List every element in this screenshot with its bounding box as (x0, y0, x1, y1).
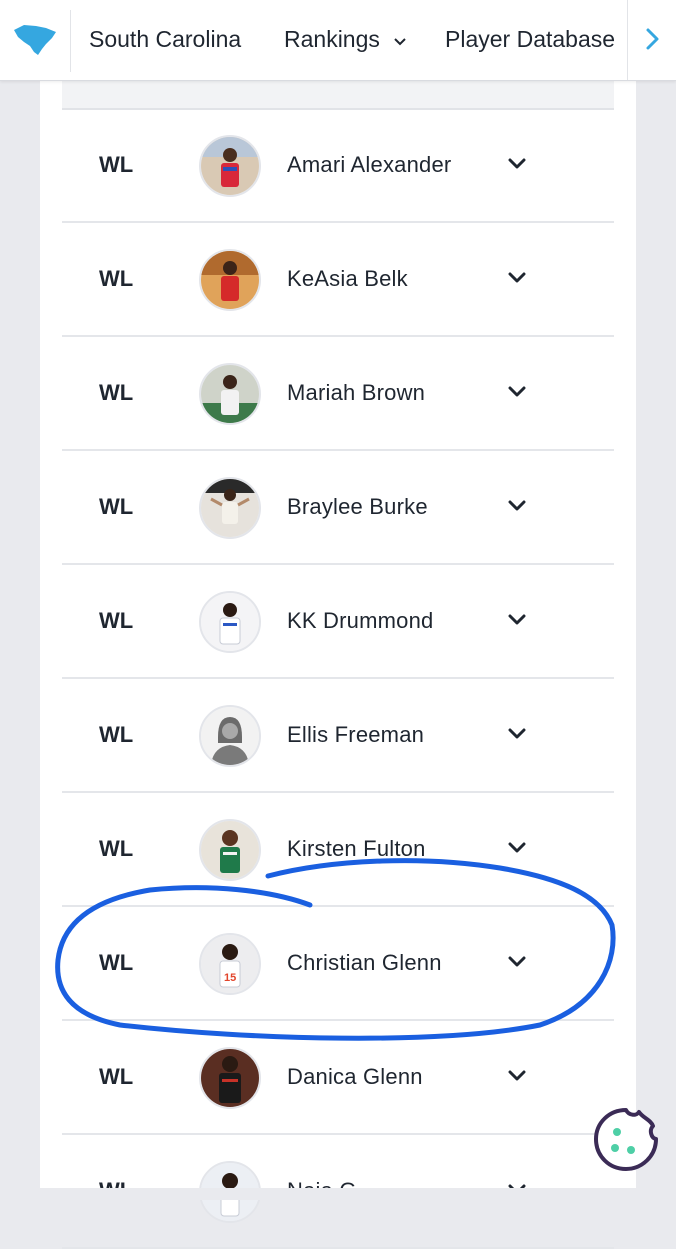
svg-text:15: 15 (224, 972, 236, 984)
player-avatar (199, 135, 261, 197)
player-avatar (199, 705, 261, 767)
cookie-settings-button[interactable] (593, 1106, 659, 1172)
cookie-icon (594, 1108, 658, 1171)
rankings-card: WL Amari Alexander WL KeAsia Belk WL Mar… (40, 80, 636, 1249)
nav-player-database[interactable]: Player Database (445, 0, 615, 80)
tier-label: WL (99, 836, 134, 861)
page-bottom-edge (0, 1188, 676, 1200)
player-name[interactable]: Ellis Freeman (287, 679, 424, 791)
player-avatar (199, 591, 261, 653)
player-name[interactable]: KeAsia Belk (287, 223, 408, 335)
player-avatar (199, 819, 261, 881)
table-row[interactable]: WL Kirsten Fulton (62, 793, 614, 907)
player-avatar (199, 249, 261, 311)
player-name[interactable]: Danica Glenn (287, 1021, 423, 1133)
player-name[interactable]: Kirsten Fulton (287, 793, 426, 905)
tier-label: WL (99, 722, 134, 747)
table-header (62, 80, 614, 110)
player-avatar (199, 477, 261, 539)
player-name[interactable]: KK Drummond (287, 565, 433, 677)
table-row[interactable]: WL Mariah Brown (62, 337, 614, 451)
nav-scroll-next[interactable] (627, 0, 676, 80)
table-row[interactable]: WL KeAsia Belk (62, 223, 614, 337)
nav-state[interactable]: South Carolina (89, 0, 241, 80)
player-avatar (199, 363, 261, 425)
player-name[interactable]: Christian Glenn (287, 907, 442, 1019)
top-nav: South Carolina Rankings Player Database (0, 0, 676, 81)
nav-rankings-label: Rankings (284, 26, 380, 52)
tier-label: WL (99, 266, 134, 291)
nav-divider (70, 10, 71, 72)
chevron-right-icon (646, 28, 659, 50)
table-row[interactable]: WL KK Drummond (62, 565, 614, 679)
chevron-down-icon[interactable] (508, 157, 526, 171)
table-row[interactable]: WL Amari Alexander (62, 109, 614, 223)
tier-label: WL (99, 494, 134, 519)
player-name[interactable]: Mariah Brown (287, 337, 425, 449)
chevron-down-icon[interactable] (508, 613, 526, 627)
player-name[interactable]: Braylee Burke (287, 451, 428, 563)
player-avatar (199, 1047, 261, 1109)
chevron-down-icon[interactable] (508, 727, 526, 741)
chevron-down-icon[interactable] (508, 955, 526, 969)
chevron-down-icon[interactable] (508, 271, 526, 285)
player-name[interactable]: Amari Alexander (287, 109, 451, 221)
tier-label: WL (99, 152, 134, 177)
tier-label: WL (99, 1064, 134, 1089)
chevron-down-icon[interactable] (508, 385, 526, 399)
tier-label: WL (99, 950, 134, 975)
chevron-down-icon[interactable] (508, 841, 526, 855)
tier-label: WL (99, 608, 134, 633)
tier-label: WL (99, 380, 134, 405)
chevron-down-icon[interactable] (508, 499, 526, 513)
player-avatar: 15 (199, 933, 261, 995)
nav-rankings[interactable]: Rankings (284, 0, 406, 80)
table-row[interactable]: WL Danica Glenn (62, 1021, 614, 1135)
chevron-down-icon (394, 0, 406, 77)
south-carolina-state-icon[interactable] (12, 22, 58, 58)
table-row[interactable]: WL Braylee Burke (62, 451, 614, 565)
chevron-down-icon[interactable] (508, 1069, 526, 1083)
table-row[interactable]: WL Ellis Freeman (62, 679, 614, 793)
table-row[interactable]: WL 15 Christian Glenn (62, 907, 614, 1021)
